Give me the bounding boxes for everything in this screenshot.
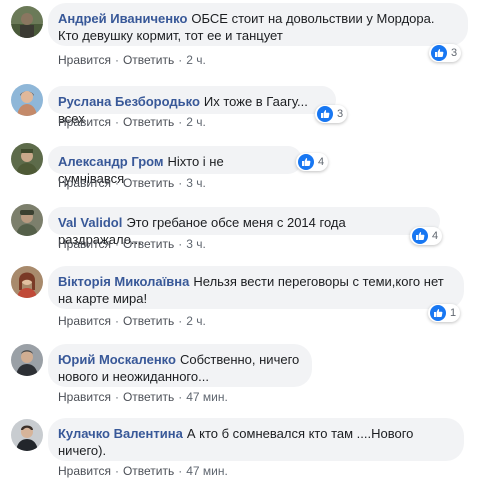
- separator: ·: [178, 237, 183, 251]
- reaction-count[interactable]: 3: [429, 44, 462, 62]
- comment-bubble: Юрий Москаленко Собственно, ничего нового…: [48, 344, 312, 387]
- like-link[interactable]: Нравится: [58, 237, 111, 251]
- comment-time[interactable]: 47 мин.: [186, 464, 228, 478]
- reaction-count[interactable]: 3: [315, 105, 348, 123]
- separator: ·: [178, 53, 183, 67]
- comment-actions: Нравится · Ответить · 47 мин.: [58, 390, 228, 404]
- reaction-count[interactable]: 4: [296, 153, 329, 171]
- comment-time[interactable]: 2 ч.: [186, 53, 206, 67]
- comment-actions: Нравится · Ответить · 3 ч.: [58, 237, 206, 251]
- reaction-count-value: 1: [450, 307, 457, 319]
- separator: ·: [178, 390, 183, 404]
- comment-author[interactable]: Юрий Москаленко: [58, 352, 176, 367]
- reaction-count-value: 3: [337, 108, 344, 120]
- separator: ·: [114, 390, 119, 404]
- reply-link[interactable]: Ответить: [123, 237, 174, 251]
- like-icon: [430, 305, 446, 321]
- reply-link[interactable]: Ответить: [123, 314, 174, 328]
- avatar[interactable]: [11, 6, 43, 38]
- like-link[interactable]: Нравится: [58, 53, 111, 67]
- comment-actions: Нравится · Ответить · 3 ч.: [58, 176, 206, 190]
- avatar[interactable]: [11, 419, 43, 451]
- comment-actions: Нравится · Ответить · 2 ч.: [58, 53, 206, 67]
- avatar[interactable]: [11, 204, 43, 236]
- comment-actions: Нравится · Ответить · 47 мин.: [58, 464, 228, 478]
- reaction-count-value: 4: [318, 156, 325, 168]
- separator: ·: [114, 237, 119, 251]
- avatar[interactable]: [11, 344, 43, 376]
- comment-author[interactable]: Андрей Иваниченко: [58, 11, 187, 26]
- reply-link[interactable]: Ответить: [123, 176, 174, 190]
- separator: ·: [114, 314, 119, 328]
- reaction-count-value: 4: [432, 230, 439, 242]
- reaction-count-value: 3: [451, 47, 458, 59]
- separator: ·: [178, 464, 183, 478]
- comment-actions: Нравится · Ответить · 2 ч.: [58, 314, 206, 328]
- comment-time[interactable]: 3 ч.: [186, 237, 206, 251]
- reaction-count[interactable]: 1: [428, 304, 461, 322]
- like-link[interactable]: Нравится: [58, 464, 111, 478]
- separator: ·: [114, 53, 119, 67]
- separator: ·: [114, 464, 119, 478]
- reply-link[interactable]: Ответить: [123, 53, 174, 67]
- comment-bubble: Руслана Безбородько Их тоже в Гаагу... вс…: [48, 86, 336, 126]
- reaction-count[interactable]: 4: [410, 227, 443, 245]
- reply-link[interactable]: Ответить: [123, 390, 174, 404]
- avatar[interactable]: [11, 143, 43, 175]
- like-icon: [431, 45, 447, 61]
- separator: ·: [114, 115, 119, 129]
- comment-author[interactable]: Val Validol: [58, 215, 122, 230]
- comment-bubble: Кулачко Валентина А кто б сомневался кто …: [48, 418, 464, 461]
- reply-link[interactable]: Ответить: [123, 464, 174, 478]
- avatar[interactable]: [11, 266, 43, 298]
- like-icon: [298, 154, 314, 170]
- comment-author[interactable]: Александр Гром: [58, 154, 164, 169]
- comment-bubble: Андрей Иваниченко ОБСЕ стоит на довольств…: [48, 3, 468, 46]
- comment-bubble: Александр Гром Ніхто і не сумнівався: [48, 146, 302, 186]
- comment-time[interactable]: 2 ч.: [186, 115, 206, 129]
- comment-time[interactable]: 47 мин.: [186, 390, 228, 404]
- comment-author[interactable]: Кулачко Валентина: [58, 426, 183, 441]
- like-icon: [412, 228, 428, 244]
- comment-time[interactable]: 2 ч.: [186, 314, 206, 328]
- separator: ·: [178, 314, 183, 328]
- avatar[interactable]: [11, 84, 43, 116]
- separator: ·: [178, 176, 183, 190]
- like-icon: [317, 106, 333, 122]
- separator: ·: [114, 176, 119, 190]
- comment-time[interactable]: 3 ч.: [186, 176, 206, 190]
- comment-author[interactable]: Руслана Безбородько: [58, 94, 200, 109]
- comment-author[interactable]: Вікторія Миколаївна: [58, 274, 189, 289]
- separator: ·: [178, 115, 183, 129]
- like-link[interactable]: Нравится: [58, 115, 111, 129]
- comment-bubble: Val Validol Это гребаное обсе меня с 2014…: [48, 207, 440, 247]
- like-link[interactable]: Нравится: [58, 314, 111, 328]
- reply-link[interactable]: Ответить: [123, 115, 174, 129]
- comment-actions: Нравится · Ответить · 2 ч.: [58, 115, 206, 129]
- like-link[interactable]: Нравится: [58, 390, 111, 404]
- comment-bubble: Вікторія Миколаївна Нельзя вести перегово…: [48, 266, 464, 309]
- like-link[interactable]: Нравится: [58, 176, 111, 190]
